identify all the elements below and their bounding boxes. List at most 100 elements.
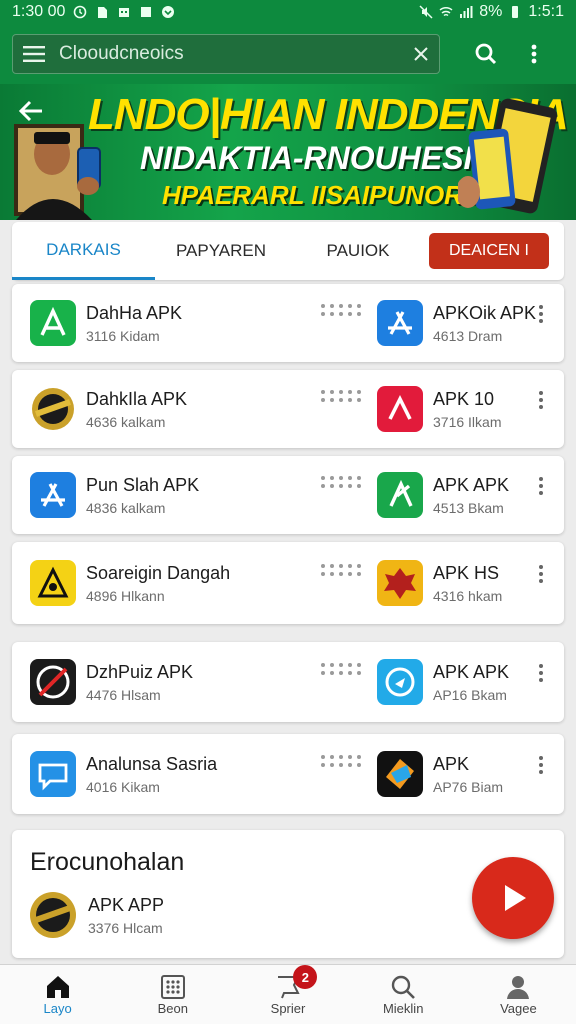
gold-seal-icon — [30, 386, 76, 432]
deaicen-button[interactable]: DEAICEN I — [429, 233, 549, 269]
drag-handle-icon[interactable] — [320, 303, 362, 317]
red-a-icon — [377, 386, 423, 432]
app-size: 4613 Dram — [433, 327, 503, 344]
more-vert-icon[interactable] — [534, 662, 548, 684]
list-item[interactable]: DahHa APK 3116 Kidam — [30, 300, 182, 346]
tab-darkais[interactable]: DARKAIS — [12, 222, 155, 280]
nav-sprier[interactable]: 2 Sprier — [230, 965, 345, 1024]
list-item[interactable]: APK APK 4513 Bkam — [377, 472, 509, 518]
tab-bar: DARKAIS PAPYAREN PAUIOK DEAICEN I — [12, 222, 564, 280]
status-time-right: 1:5:1 — [528, 3, 564, 20]
app-size: 4476 Hlsam — [86, 686, 161, 703]
chat-bubble-icon — [30, 751, 76, 797]
notification-badge: 2 — [293, 965, 318, 989]
list-item[interactable]: APKOik APK 4613 Dram — [377, 300, 536, 346]
search-icon — [475, 43, 497, 65]
play-icon — [505, 885, 526, 911]
drag-handle-icon[interactable] — [320, 389, 362, 403]
gold-seal-icon — [28, 890, 78, 940]
calendar-icon — [119, 8, 130, 17]
more-vert-icon[interactable] — [534, 475, 548, 497]
battery-icon — [512, 6, 519, 18]
list-item[interactable]: Soareigin Dangah 4896 Hlkann — [30, 560, 230, 606]
tab-pauiok[interactable]: PAUIOK — [287, 222, 429, 280]
nav-beon[interactable]: Beon — [115, 965, 230, 1024]
status-bar: 1:30 00 8% 1:5:1 — [0, 0, 576, 24]
featured-app-name: APK APP — [88, 894, 165, 915]
overflow-menu-button[interactable] — [514, 34, 554, 74]
appstore-a-icon — [30, 472, 76, 518]
notification-icon — [162, 6, 175, 18]
nav-label: Sprier — [270, 1001, 306, 1016]
status-time-left: 1:30 00 — [12, 3, 66, 20]
search-bar[interactable]: Clooudcneoics — [12, 34, 440, 74]
clear-icon[interactable] — [413, 46, 429, 62]
drag-handle-icon[interactable] — [320, 475, 362, 489]
app-size: AP76 Biam — [433, 778, 504, 795]
nav-label: Beon — [157, 1001, 188, 1016]
app-size: 4513 Bkam — [433, 499, 504, 516]
list-item[interactable]: APK HS 4316 hkam — [377, 560, 502, 606]
list-item[interactable]: Analunsa Sasria 4016 Kikam — [30, 751, 217, 797]
featured-app-size: 3376 Hlcam — [88, 919, 163, 936]
battery-percent: 8% — [479, 3, 503, 20]
search-button[interactable] — [466, 34, 506, 74]
red-dragon-icon — [377, 560, 423, 606]
more-vert-icon[interactable] — [534, 303, 548, 325]
app-size: 4896 Hlkann — [86, 587, 165, 604]
app-name: APK APK — [433, 661, 510, 682]
app-size: 4836 kalkam — [86, 499, 166, 516]
list-item[interactable]: DahkIla APK 4636 kalkam — [30, 386, 187, 432]
list-item[interactable]: APK AP76 Biam — [377, 751, 503, 797]
wifi-icon — [439, 6, 453, 17]
app-name: Pun Slah APK — [86, 474, 200, 495]
signal-icon — [460, 6, 473, 18]
tab-papyaren[interactable]: PAPYAREN — [155, 222, 287, 280]
a-arrow-icon — [30, 300, 76, 346]
list-item[interactable]: APK APK AP16 Bkam — [377, 659, 509, 705]
drag-handle-icon[interactable] — [320, 754, 362, 768]
app-name: APK — [433, 753, 470, 774]
more-vert-icon — [531, 44, 537, 64]
nav-label: Mieklin — [382, 1001, 424, 1016]
list-card: DahkIla APK 4636 kalkam APK 10 3716 Ilka… — [12, 370, 564, 448]
cyan-circle-icon — [377, 659, 423, 705]
alarm-icon — [74, 5, 87, 19]
bottom-navigation: Layo Beon 2 Sprier Mieklin Vagee — [0, 964, 576, 1024]
more-vert-icon[interactable] — [534, 754, 548, 776]
more-vert-icon[interactable] — [534, 389, 548, 411]
menu-icon[interactable] — [23, 45, 45, 63]
app-name: DahHa APK — [86, 302, 183, 323]
list-item[interactable]: Pun Slah APK 4836 kalkam — [30, 472, 199, 518]
nav-label: Vagee — [500, 1001, 537, 1016]
list-card: DzhPuiz APK 4476 Hlsam APK APK AP16 Bkam — [12, 642, 564, 722]
drag-handle-icon[interactable] — [320, 662, 362, 676]
list-item[interactable]: DzhPuiz APK 4476 Hlsam — [30, 659, 193, 705]
app-size: 4316 hkam — [433, 587, 503, 604]
app-size: AP16 Bkam — [433, 686, 507, 703]
app-size: 3116 Kidam — [86, 327, 160, 344]
play-button[interactable] — [472, 857, 554, 939]
drag-handle-icon[interactable] — [320, 563, 362, 577]
phones-illustration — [458, 98, 558, 214]
nav-mieklin[interactable]: Mieklin — [346, 965, 461, 1024]
featured-heading: Erocunohalan — [30, 848, 185, 876]
nav-layo[interactable]: Layo — [0, 965, 115, 1024]
grid-icon — [160, 975, 185, 999]
app-name: DahkIla APK — [86, 388, 188, 409]
app-name: APK APK — [433, 474, 510, 495]
app-name: APK HS — [433, 562, 500, 583]
app-name: Soareigin Dangah — [86, 562, 231, 583]
list-card: Pun Slah APK 4836 kalkam APK APK 4513 Bk… — [12, 456, 564, 534]
app-name: Analunsa Sasria — [86, 753, 218, 774]
more-vert-icon[interactable] — [534, 563, 548, 585]
promo-banner[interactable]: LNDO|HIAN INDDENSIA NIDAKTIA-RNOUHESI HP… — [0, 84, 576, 220]
app-size: 4636 kalkam — [86, 413, 166, 430]
sd-card-icon — [98, 7, 108, 18]
app-size: 3716 Ilkam — [433, 413, 502, 430]
search-input[interactable]: Clooudcneoics — [59, 43, 413, 65]
featured-app[interactable]: APK APP 3376 Hlcam — [28, 890, 164, 940]
nav-vagee[interactable]: Vagee — [461, 965, 576, 1024]
list-item[interactable]: APK 10 3716 Ilkam — [377, 386, 501, 432]
list-card: DahHa APK 3116 Kidam APKOik APK 4613 Dra… — [12, 284, 564, 362]
